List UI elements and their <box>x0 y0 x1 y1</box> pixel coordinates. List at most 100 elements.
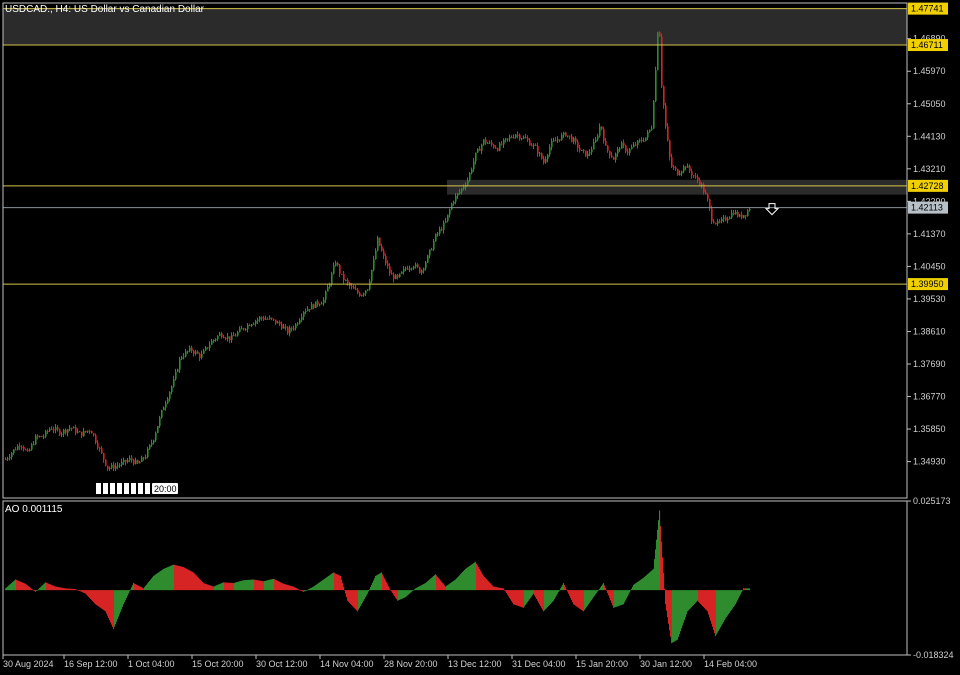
bear-candle <box>225 337 227 339</box>
bull-candle <box>567 135 569 137</box>
bear-candle <box>273 318 275 320</box>
ao-bar <box>145 585 147 591</box>
ao-bar <box>96 590 98 605</box>
bull-candle <box>413 266 415 269</box>
bear-candle <box>249 324 251 327</box>
ao-bar <box>71 588 73 591</box>
ao-bar <box>385 580 387 591</box>
ao-bar <box>123 590 125 605</box>
ao-bar <box>378 574 380 591</box>
bull-candle <box>429 249 431 256</box>
ao-bar <box>41 586 43 591</box>
ao-bar <box>545 590 547 610</box>
ao-bar <box>119 590 121 615</box>
bear-candle <box>583 150 585 152</box>
ao-bar <box>442 582 444 591</box>
ao-bar <box>487 580 489 591</box>
ao-bar <box>572 590 574 603</box>
ao-bar <box>215 585 217 591</box>
ao-bar <box>432 576 434 591</box>
ao-bar <box>568 590 570 594</box>
ao-bar <box>11 583 13 591</box>
bear-candle <box>91 431 93 434</box>
ao-bar <box>333 572 335 591</box>
ao-bar <box>557 590 559 594</box>
ao-bar <box>20 581 22 591</box>
ao-bar <box>256 580 258 591</box>
bear-candle <box>699 180 701 186</box>
ao-bar <box>519 590 521 607</box>
bear-candle <box>93 433 95 436</box>
ao-bar <box>176 565 178 591</box>
bear-candle <box>667 126 669 141</box>
price-tick-label: 1.38610 <box>913 326 946 336</box>
ao-bar <box>357 590 359 612</box>
ao-bar <box>228 582 230 591</box>
bull-candle <box>277 321 279 324</box>
ao-bar <box>316 584 318 591</box>
ao-bar <box>477 565 479 591</box>
ao-bar <box>652 569 654 591</box>
ao-bar <box>18 580 20 591</box>
ao-bar <box>463 571 465 591</box>
ao-bar <box>480 570 482 591</box>
bear-candle <box>625 145 627 152</box>
price-tick-label: 1.43210 <box>913 164 946 174</box>
ao-bar <box>297 588 299 591</box>
ao-bar <box>121 590 123 610</box>
bull-candle <box>181 357 183 359</box>
ao-bar <box>242 580 244 591</box>
bear-candle <box>385 255 387 264</box>
ao-bar <box>426 582 428 591</box>
ao-bar <box>741 590 743 593</box>
bear-candle <box>143 457 145 459</box>
bull-candle <box>649 129 651 132</box>
ao-bar <box>438 577 440 591</box>
ao-bar <box>456 578 458 591</box>
ao-bar <box>406 590 408 597</box>
ao-bar <box>270 579 272 591</box>
ao-bar <box>686 590 688 615</box>
bull-candle <box>129 458 131 461</box>
ao-bar <box>495 586 497 591</box>
bear-candle <box>65 429 67 433</box>
ao-bar <box>141 587 143 591</box>
bull-candle <box>171 386 173 393</box>
ao-bar <box>191 571 193 591</box>
ao-bar <box>261 580 263 591</box>
ao-bar <box>476 563 478 591</box>
bull-candle <box>457 193 459 196</box>
ao-bar <box>506 590 508 594</box>
bull-candle <box>425 262 427 269</box>
ao-bar <box>743 588 745 591</box>
ao-bar <box>181 566 183 591</box>
ao-bar <box>54 586 56 591</box>
ao-bar <box>649 572 651 591</box>
ao-bar <box>636 582 638 591</box>
ao-bar <box>475 561 477 591</box>
ao-bar <box>547 590 549 608</box>
ao-bar <box>30 587 32 591</box>
ao-bar <box>352 590 354 607</box>
bull-candle <box>161 410 163 418</box>
ao-bar <box>301 590 303 591</box>
ao-bar <box>240 581 242 591</box>
ao-bar <box>354 590 356 609</box>
bear-candle <box>107 465 109 470</box>
ao-bar <box>457 577 459 591</box>
ao-bar <box>336 573 338 591</box>
ao-bar <box>635 583 637 591</box>
ao-bar <box>691 590 693 608</box>
ao-bar <box>15 579 17 591</box>
ao-bar <box>694 590 696 604</box>
ao-bar <box>241 580 243 591</box>
ao-bar <box>453 580 455 591</box>
ao-bar <box>334 572 336 591</box>
bear-candle <box>479 148 481 151</box>
ao-bar <box>381 572 383 591</box>
ao-bar <box>614 590 616 608</box>
bear-candle <box>677 169 679 176</box>
bull-candle <box>165 403 167 408</box>
ao-bar <box>610 590 612 601</box>
ao-bar <box>42 585 44 591</box>
